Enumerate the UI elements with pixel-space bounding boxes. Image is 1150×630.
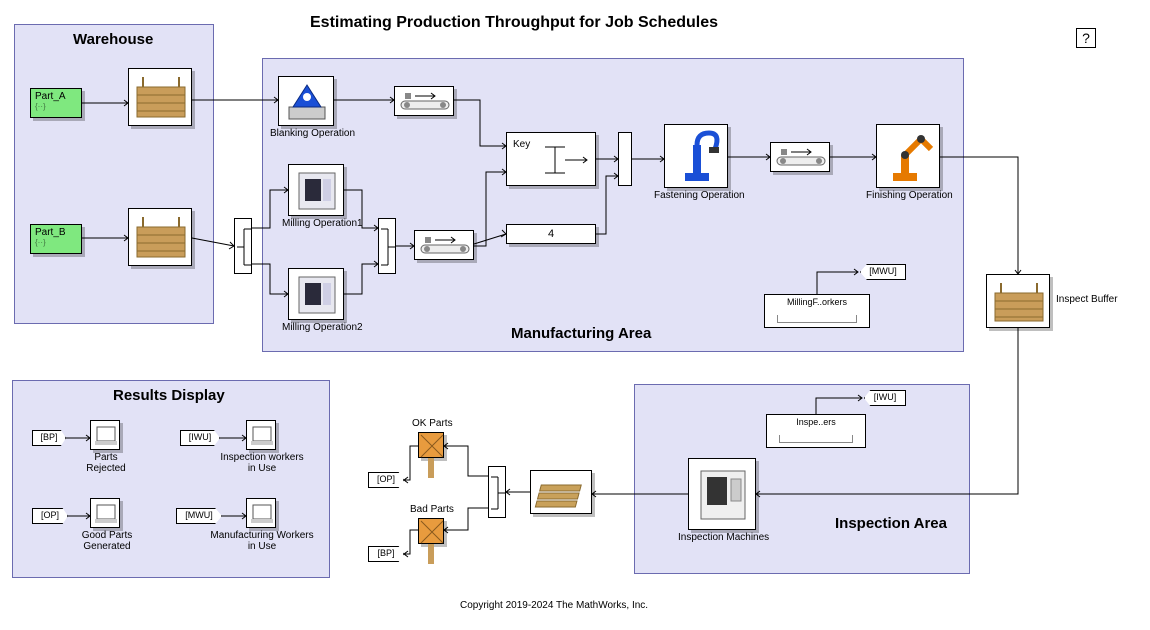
block-capacity-label: 4	[548, 228, 554, 240]
block-output-switch-2[interactable]	[488, 466, 506, 518]
inspection-machine-icon	[689, 459, 757, 531]
block-conveyor-2[interactable]	[414, 230, 474, 260]
tag-iwu-out[interactable]: [IWU]	[864, 390, 906, 406]
block-inspectors-pool[interactable]: Inspe..ers	[766, 414, 866, 448]
block-combiner[interactable]	[618, 132, 632, 186]
switch-icon	[379, 219, 397, 275]
diagram-title: Estimating Production Throughput for Job…	[310, 14, 718, 32]
robot-arm-icon	[877, 125, 941, 189]
tag-mwu-out[interactable]: [MWU]	[860, 264, 906, 280]
conveyor-icon	[415, 231, 475, 261]
scope-inspection-workers-label: Inspection workers in Use	[218, 452, 306, 474]
bus-icon: {··}	[35, 102, 77, 111]
scope-mfg-workers[interactable]	[246, 498, 276, 528]
scope-mfg-workers-label: Manufacturing Workers in Use	[210, 530, 314, 552]
block-milling-workers-pool[interactable]: MillingF..orkers	[764, 294, 870, 328]
block-conveyor-3[interactable]	[770, 142, 830, 172]
area-warehouse-label: Warehouse	[73, 31, 153, 48]
press-robot-icon	[665, 125, 729, 189]
bus-icon: {··}	[35, 238, 77, 247]
switch-icon	[489, 467, 507, 519]
cnc-machine-icon	[289, 269, 345, 321]
terminator-post-icon	[428, 458, 434, 478]
cnc-machine-icon	[289, 165, 345, 217]
block-milling-2[interactable]	[288, 268, 344, 320]
block-milling-1[interactable]	[288, 164, 344, 216]
block-conveyor-1[interactable]	[394, 86, 454, 116]
block-milling1-label: Milling Operation1	[282, 218, 352, 229]
milling-workers-label: MillingF..orkers	[775, 297, 859, 307]
block-capacity[interactable]: 4	[506, 224, 596, 244]
diagram-canvas: Estimating Production Throughput for Job…	[0, 0, 1150, 630]
block-inspection-machines-label: Inspection Machines	[678, 532, 768, 543]
crate-icon	[129, 69, 193, 127]
block-crate-part-b[interactable]	[128, 208, 192, 266]
conveyor-icon	[771, 143, 831, 173]
block-finishing-label: Finishing Operation	[866, 190, 952, 201]
tag-op-in[interactable]: [OP]	[32, 508, 68, 524]
gate-icon	[507, 133, 597, 187]
block-finishing[interactable]	[876, 124, 940, 188]
block-bad-parts[interactable]	[418, 518, 444, 544]
block-ok-parts[interactable]	[418, 432, 444, 458]
crate-icon	[129, 209, 193, 267]
tag-op-out[interactable]: [OP]	[368, 472, 404, 488]
entity-generator-part-b-label: Part_B	[35, 227, 66, 238]
scope-icon	[91, 421, 121, 451]
tag-mwu-in[interactable]: [MWU]	[176, 508, 222, 524]
scope-icon	[247, 499, 277, 529]
scope-good-parts-label: Good Parts Generated	[74, 530, 140, 552]
scope-icon	[247, 421, 277, 451]
terminator-icon	[419, 433, 445, 459]
help-button[interactable]: ?	[1076, 28, 1096, 48]
crate-icon	[987, 275, 1051, 329]
entity-generator-part-b[interactable]: Part_B {··}	[30, 224, 82, 254]
conveyor-icon	[395, 87, 455, 117]
entity-generator-part-a-label: Part_A	[35, 91, 66, 102]
block-fastening[interactable]	[664, 124, 728, 188]
block-pallet[interactable]	[530, 470, 592, 514]
switch-icon	[235, 219, 253, 275]
block-fastening-label: Fastening Operation	[654, 190, 740, 201]
tag-bp-out[interactable]: [BP]	[368, 546, 404, 562]
terminator-post-icon	[428, 544, 434, 564]
scope-parts-rejected[interactable]	[90, 420, 120, 450]
area-inspection: Inspection Area	[634, 384, 970, 574]
area-inspection-label: Inspection Area	[835, 515, 947, 532]
block-key[interactable]: Key	[506, 132, 596, 186]
block-crate-part-a[interactable]	[128, 68, 192, 126]
inspectors-label: Inspe..ers	[777, 417, 855, 427]
copyright-text: Copyright 2019-2024 The MathWorks, Inc.	[460, 600, 648, 611]
scope-good-parts[interactable]	[90, 498, 120, 528]
pallet-icon	[531, 471, 593, 515]
block-inspect-buffer[interactable]	[986, 274, 1050, 328]
scope-icon	[91, 499, 121, 529]
machine-icon	[279, 77, 335, 127]
block-bad-parts-label: Bad Parts	[410, 504, 454, 515]
block-output-switch-1[interactable]	[234, 218, 252, 274]
entity-generator-part-a[interactable]: Part_A {··}	[30, 88, 82, 118]
block-inspect-buffer-label: Inspect Buffer	[1056, 294, 1118, 305]
terminator-icon	[419, 519, 445, 545]
area-results-label: Results Display	[113, 387, 225, 404]
scope-parts-rejected-label: Parts Rejected	[76, 452, 136, 474]
block-inspection-machines[interactable]	[688, 458, 756, 530]
block-input-switch-1[interactable]	[378, 218, 396, 274]
scope-inspection-workers[interactable]	[246, 420, 276, 450]
tag-iwu-in[interactable]: [IWU]	[180, 430, 220, 446]
block-blanking-operation[interactable]	[278, 76, 334, 126]
block-blanking-label: Blanking Operation	[270, 128, 344, 139]
block-milling2-label: Milling Operation2	[282, 322, 352, 333]
area-manufacturing-label: Manufacturing Area	[511, 325, 651, 342]
tag-bp-in[interactable]: [BP]	[32, 430, 66, 446]
block-ok-parts-label: OK Parts	[412, 418, 453, 429]
